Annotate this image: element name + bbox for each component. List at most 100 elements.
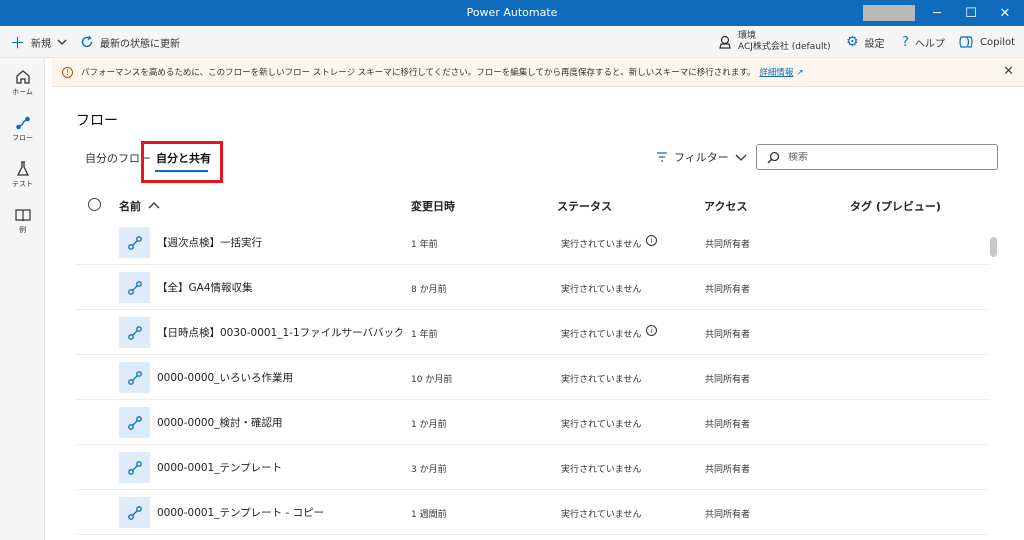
- close-banner-icon[interactable]: ✕: [1003, 64, 1014, 79]
- access-level: 共同所有者: [705, 375, 751, 385]
- nav-item-home[interactable]: ホーム: [0, 62, 45, 104]
- table-row[interactable]: 0000-0000_検討・確認用 1 か月前 実行されていません 共同所有者: [76, 400, 990, 445]
- nav-label-test: テスト: [12, 180, 33, 188]
- close-window-button[interactable]: ✕: [988, 0, 1022, 26]
- scrollbar-thumb[interactable]: [990, 237, 997, 257]
- refresh-label: 最新の状態に更新: [100, 38, 180, 50]
- nav-label-flows: フロー: [12, 134, 33, 142]
- search-input[interactable]: [788, 151, 988, 163]
- settings-label: 設定: [864, 38, 885, 50]
- test-icon: [16, 161, 29, 176]
- page-title: フロー: [76, 113, 118, 129]
- column-header-modified[interactable]: 変更日時: [411, 198, 455, 214]
- flow-icon: [119, 497, 150, 528]
- flow-status: 実行されていません: [561, 375, 642, 385]
- account-avatar[interactable]: [863, 5, 915, 21]
- settings-button[interactable]: ⚙ 設定: [846, 26, 885, 58]
- access-level: 共同所有者: [705, 330, 751, 340]
- column-header-access[interactable]: アクセス: [704, 198, 747, 214]
- search-icon: [767, 151, 780, 163]
- new-button[interactable]: ＋ 新規: [10, 26, 67, 58]
- search-box[interactable]: [756, 144, 998, 170]
- table-row[interactable]: 0000-0000_いろいろ作業用 10 か月前 実行されていません 共同所有者: [76, 355, 990, 400]
- nav-label-home: ホーム: [12, 88, 33, 96]
- flow-name[interactable]: 0000-0001_テンプレート - コピー: [157, 505, 324, 520]
- table-row[interactable]: 0000-0001_テンプレート 3 か月前 実行されていません 共同所有者: [76, 445, 990, 490]
- banner-message: パフォーマンスを高めるために、このフローを新しいフロー ストレージ スキーマに移…: [81, 68, 804, 78]
- nav-item-test[interactable]: テスト: [0, 154, 45, 196]
- flow-status: 実行されていません: [561, 330, 642, 340]
- new-label: 新規: [31, 38, 52, 50]
- flow-status: 実行されていません: [561, 465, 642, 475]
- flow-name[interactable]: 0000-0000_いろいろ作業用: [157, 370, 293, 385]
- nav-item-flows[interactable]: フロー: [0, 108, 45, 150]
- access-level: 共同所有者: [705, 240, 751, 250]
- modified-time: 3 か月前: [411, 465, 447, 475]
- filter-button[interactable]: フィルター: [656, 149, 747, 165]
- flow-name[interactable]: 0000-0001_テンプレート: [157, 460, 282, 475]
- flow-icon: [119, 362, 150, 393]
- flow-name[interactable]: 【全】GA4情報収集: [157, 280, 253, 295]
- flow-name[interactable]: 【週次点検】一括実行: [157, 235, 262, 250]
- access-level: 共同所有者: [705, 510, 751, 520]
- help-label: ヘルプ: [914, 38, 945, 50]
- environment-heading: 環境: [738, 31, 757, 41]
- table-row[interactable]: 【日時点検】0030-0001_1-1ファイルサーババックアッ... 1 年前 実行…: [76, 310, 990, 355]
- chevron-down-icon: [57, 39, 67, 45]
- column-header-status[interactable]: ステータス: [557, 198, 612, 214]
- flow-icon: [15, 116, 30, 130]
- title-bar: Power Automate ─ ☐ ✕: [0, 0, 1024, 26]
- minimize-button[interactable]: ─: [920, 0, 954, 26]
- warning-icon: !: [62, 66, 73, 78]
- access-level: 共同所有者: [705, 465, 751, 475]
- command-bar: ＋ 新規 最新の状態に更新 環境 ACJ株式会社 (default) ⚙ 設定 …: [0, 26, 1024, 58]
- filter-label: フィルター: [674, 151, 729, 164]
- copilot-label: Copilot: [980, 36, 1016, 48]
- flow-icon: [119, 227, 150, 258]
- flow-name[interactable]: 【日時点検】0030-0001_1-1ファイルサーババックアッ...: [157, 325, 402, 340]
- nav-label-examples: 例: [19, 226, 26, 234]
- modified-time: 8 か月前: [411, 285, 447, 295]
- flow-icon: [119, 272, 150, 303]
- plus-icon: ＋: [10, 33, 26, 52]
- nav-item-examples[interactable]: 例: [0, 200, 45, 242]
- column-header-name[interactable]: 名前: [119, 198, 160, 214]
- home-icon: [15, 70, 30, 84]
- copilot-icon: [959, 36, 973, 48]
- flow-status: 実行されていません: [561, 240, 642, 250]
- modified-time: 1 年前: [411, 240, 438, 250]
- left-navigation: ホーム フロー テスト 例: [0, 58, 45, 540]
- table-row[interactable]: 【全】GA4情報収集 8 か月前 実行されていません 共同所有者: [76, 265, 990, 310]
- chevron-down-icon: [735, 154, 747, 161]
- help-icon: ?: [902, 34, 909, 50]
- schema-migration-banner: ! パフォーマンスを高めるために、このフローを新しいフロー ストレージ スキーマ…: [52, 58, 1024, 87]
- gear-icon: ⚙: [846, 34, 859, 50]
- info-icon[interactable]: i: [646, 325, 657, 336]
- filter-icon: [657, 152, 667, 162]
- sort-ascending-icon: [148, 202, 160, 209]
- modified-time: 1 か月前: [411, 420, 447, 430]
- access-level: 共同所有者: [705, 285, 751, 295]
- help-button[interactable]: ? ヘルプ: [902, 26, 945, 58]
- learn-more-link[interactable]: 詳細情報: [759, 68, 793, 78]
- refresh-button[interactable]: 最新の状態に更新: [80, 26, 180, 58]
- table-row[interactable]: 【週次点検】一括実行 1 年前 実行されていません i 共同所有者: [76, 220, 990, 265]
- refresh-icon: [81, 35, 93, 48]
- environment-picker[interactable]: 環境 ACJ株式会社 (default): [718, 28, 831, 56]
- copilot-button[interactable]: Copilot: [958, 26, 1015, 58]
- info-icon[interactable]: i: [646, 235, 657, 246]
- select-all-radio[interactable]: [88, 198, 101, 211]
- table-row[interactable]: 0000-0001_テンプレート - コピー 1 週間前 実行されていません 共同所有…: [76, 490, 990, 535]
- external-link-icon: ↗: [796, 68, 804, 78]
- flow-icon: [119, 452, 150, 483]
- column-header-tags[interactable]: タグ (プレビュー): [850, 198, 941, 214]
- maximize-button[interactable]: ☐: [954, 0, 988, 26]
- flow-status: 実行されていません: [561, 420, 642, 430]
- modified-time: 1 年前: [411, 330, 438, 340]
- flow-name[interactable]: 0000-0000_検討・確認用: [157, 415, 282, 430]
- environment-name: ACJ株式会社 (default): [738, 42, 831, 52]
- modified-time: 1 週間前: [411, 510, 447, 520]
- examples-icon: [14, 209, 31, 222]
- flow-icon: [119, 407, 150, 438]
- flow-status: 実行されていません: [561, 510, 642, 520]
